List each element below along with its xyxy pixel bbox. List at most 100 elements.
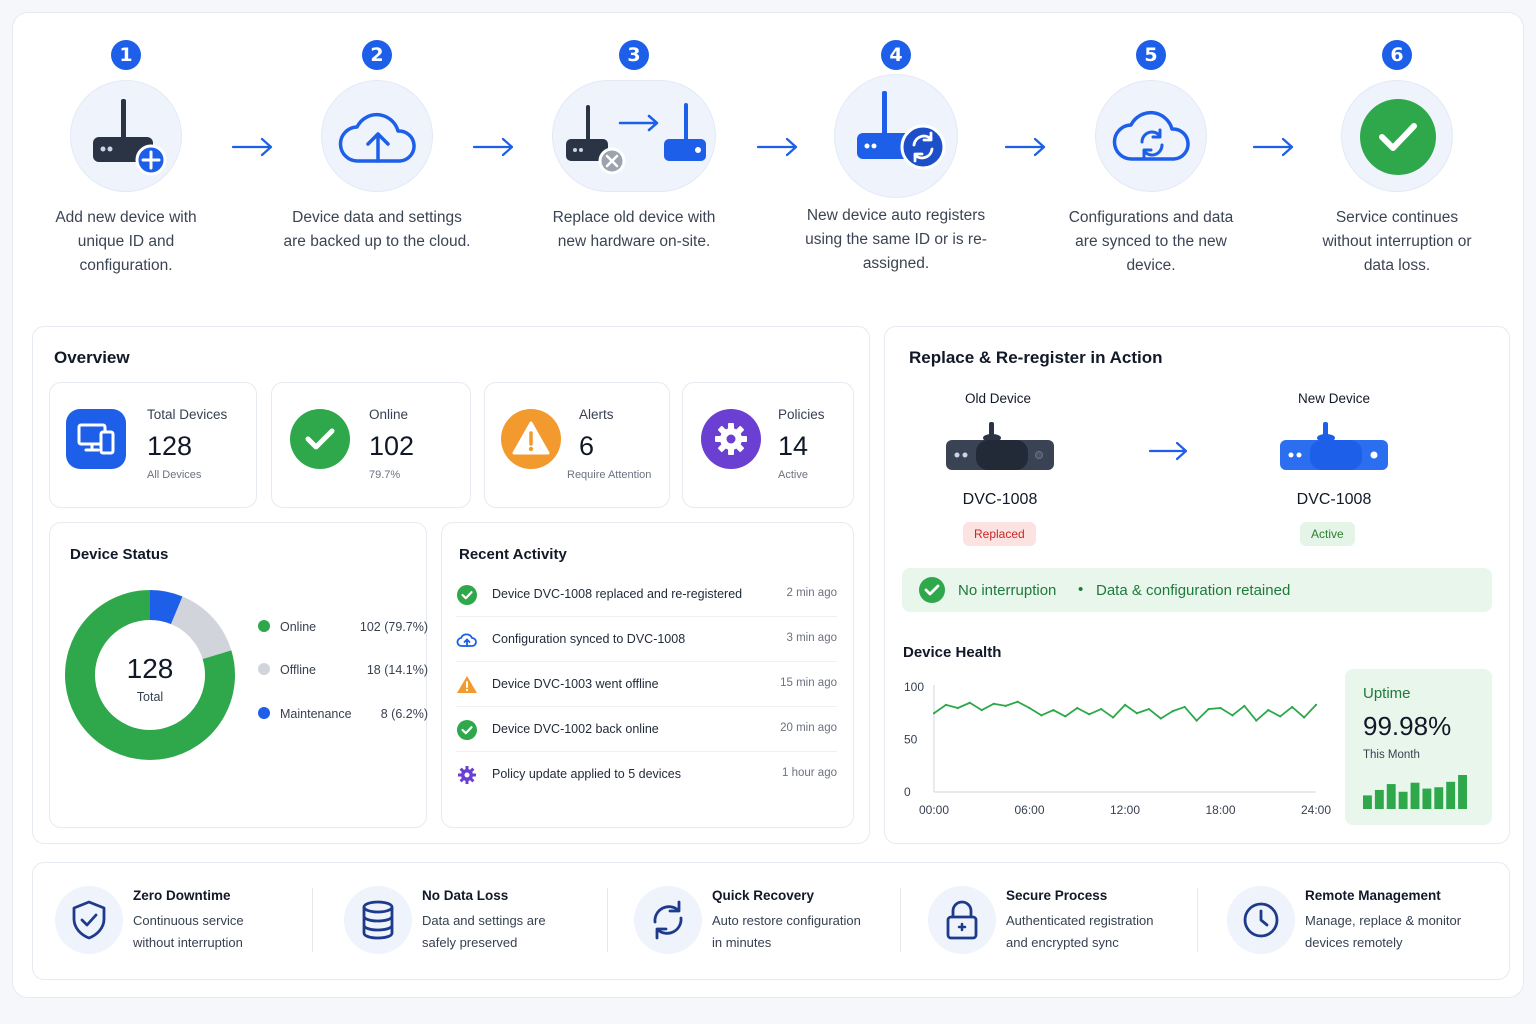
legend-value: 102 (79.7%) [359,620,428,634]
uptime-bar [1422,788,1432,809]
stat-card-alerts[interactable]: Alerts 6 Require Attention [484,382,670,508]
step-number: 5 [1136,40,1166,70]
legend-value: 18 (14.1%) [366,663,428,677]
arrow-right-icon [1004,137,1046,157]
router-add-icon [70,80,182,192]
stat-label: Alerts [579,407,614,422]
stat-value: 6 [579,431,595,461]
cloud-sync-icon [456,633,477,647]
stat-card-total-devices[interactable]: Total Devices 128 All Devices [49,382,257,508]
activity-item[interactable]: Device DVC-1002 back online 20 min ago [456,707,837,752]
refresh-icon [634,886,702,954]
cloud-upload-icon [321,80,433,192]
step-6: 6 Service continues without interruption… [1282,40,1512,278]
x-tick-label: 00:00 [919,803,949,817]
cloud-sync-icon [1095,80,1207,192]
health-data-point [1171,710,1174,713]
health-data-point [1111,716,1115,719]
health-data-point [1195,719,1198,722]
banner-data-retained: Data & configuration retained [1096,582,1291,599]
health-data-point [1123,703,1127,706]
activity-item[interactable]: Device DVC-1008 replaced and re-register… [456,572,837,617]
donut-slice-offline [170,596,232,660]
feature-line-1: Continuous service [133,913,244,928]
step-number: 2 [362,40,392,70]
device-health-title: Device Health [903,644,1002,661]
step-description: Service continues without interruption o… [1322,209,1472,274]
x-tick-label: 18:00 [1205,803,1235,817]
health-data-point [1064,715,1067,718]
stat-card-online[interactable]: Online 102 79.7% [271,382,471,508]
arrow-right-icon [1148,441,1188,461]
banner-no-interruption: No interruption [958,582,1057,599]
feature-title: No Data Loss [422,888,509,903]
donut-slice-maintenance [149,590,183,625]
activity-time: 1 hour ago [782,767,837,779]
health-data-point [1135,712,1139,715]
feature-line-2: safely preserved [422,935,518,950]
stat-label: Policies [778,407,825,422]
uptime-value: 99.98% [1363,711,1452,741]
activity-item[interactable]: Configuration synced to DVC-1008 3 min a… [456,617,837,662]
activity-item[interactable]: Device DVC-1003 went offline 15 min ago [456,662,837,707]
database-icon [344,886,412,954]
feature-line-1: Data and settings are [422,913,546,928]
activity-text: Device DVC-1003 went offline [492,677,659,691]
health-data-point [1028,706,1031,710]
health-data-point [1243,704,1246,707]
step-4: 4 New device auto registers using the sa… [781,40,1011,276]
activity-time: 3 min ago [786,632,837,644]
status-banner: No interruption • Data & configuration r… [902,568,1492,612]
uptime-bar [1374,789,1384,809]
check-icon [290,409,350,469]
health-data-point [1302,716,1306,719]
legend-label: Offline [280,663,316,677]
activity-text: Device DVC-1002 back online [492,722,659,736]
banner-separator: • [1078,581,1084,598]
warning-icon [457,676,477,693]
activity-time: 2 min ago [786,587,837,599]
feature-title: Remote Management [1305,888,1441,903]
y-tick-label: 50 [904,733,918,747]
stat-card-policies[interactable]: Policies 14 Active [682,382,854,508]
feature-line-1: Authenticated registration [1006,913,1154,928]
donut-center-label: Total [136,690,164,704]
health-data-point [1100,707,1103,711]
stat-value: 14 [778,431,809,461]
old-device-id: DVC-1008 [962,491,1038,508]
step-number: 3 [619,40,649,70]
legend-label: Maintenance [280,707,352,721]
replace-hardware-icon [552,80,716,192]
feature-line-2: and encrypted sync [1006,935,1119,950]
clock-icon [1227,886,1295,954]
feature-line-2: in minutes [712,935,772,950]
arrow-right-icon [231,137,273,157]
feature-divider [607,888,608,952]
device-status-card: Device Status 128 Total Online 102 (79.7%… [49,522,428,828]
health-data-point [1040,714,1043,717]
feature-description: Authenticated registration and encrypted … [1006,910,1153,954]
legend-dot [258,620,270,632]
activity-text: Policy update applied to 5 devices [492,767,682,781]
uptime-bar [1386,784,1396,809]
device-status-title: Device Status [70,546,169,563]
health-data-point [1207,707,1210,711]
y-tick-label: 0 [904,785,911,799]
activity-item[interactable]: Policy update applied to 5 devices 1 hou… [456,752,837,797]
uptime-bar [1410,782,1420,809]
stat-label: Total Devices [147,407,228,422]
new-device-id: DVC-1008 [1296,491,1372,508]
health-data-point [1016,700,1019,703]
uptime-card: Uptime 99.98% This Month [1345,669,1492,825]
uptime-bar-chart [1363,775,1467,809]
step-1: 1 Add new device with unique ID and conf… [11,40,241,278]
activity-time: 15 min ago [780,677,837,689]
feature-description: Manage, replace & monitor devices remotel… [1305,910,1461,954]
active-badge: Active [1300,522,1355,546]
new-device-heading: New Device [1297,391,1371,406]
step-description: Add new device with unique ID and config… [55,209,197,274]
feature-divider [1197,888,1198,952]
activity-text: Configuration synced to DVC-1008 [492,632,686,646]
uptime-bar [1398,791,1408,809]
health-data-point [1279,715,1282,718]
